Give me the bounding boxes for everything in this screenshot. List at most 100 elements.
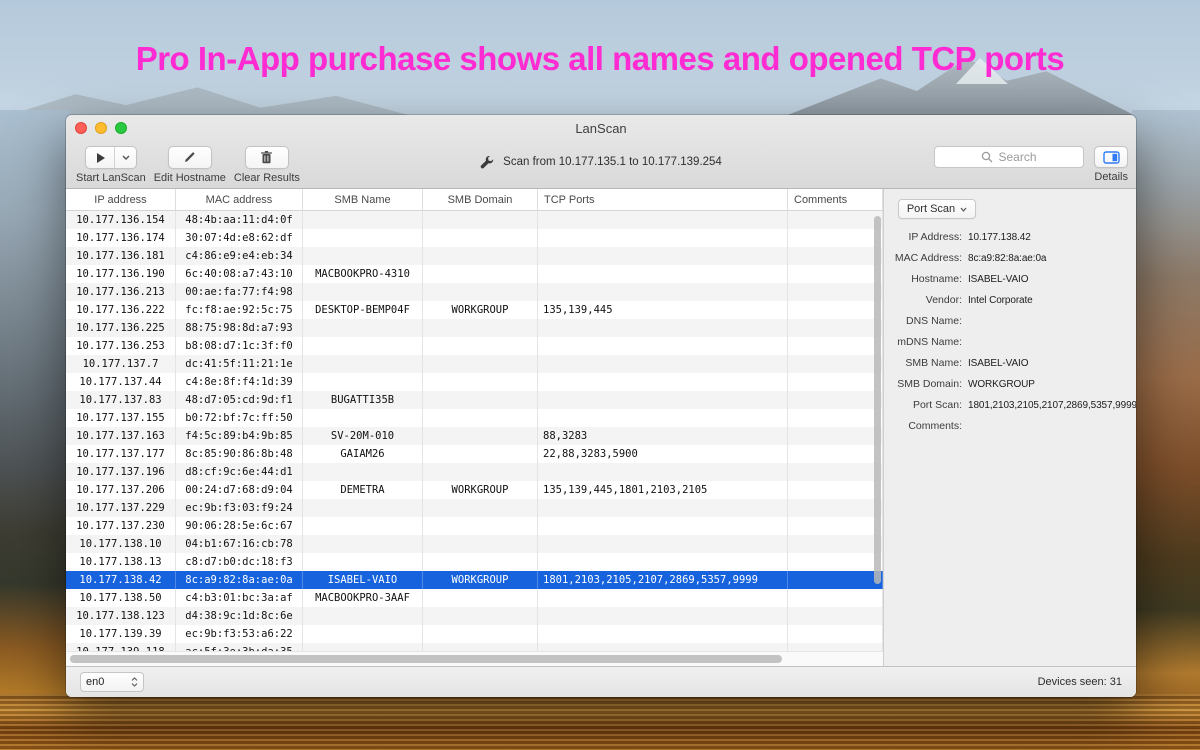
cell-ip: 10.177.137.163 bbox=[66, 427, 176, 445]
table-row[interactable]: 10.177.137.230 90:06:28:5e:6c:67 bbox=[66, 517, 883, 535]
table-row[interactable]: 10.177.139.118ac:5f:3e:3b:da:35 bbox=[66, 643, 883, 651]
horizontal-scrollbar-track[interactable] bbox=[66, 651, 883, 666]
table-row[interactable]: 10.177.136.222 fc:f8:ae:92:5c:75 DESKTOP-B… bbox=[66, 301, 883, 319]
cell-smb_domain bbox=[423, 499, 538, 517]
column-header-mac[interactable]: MAC address bbox=[176, 189, 303, 210]
cell-smb_name: GAIAM26 bbox=[303, 445, 423, 463]
cell-mac: c4:86:e9:e4:eb:34 bbox=[176, 247, 303, 265]
cell-tcp_ports bbox=[538, 499, 788, 517]
detail-field-value: 10.177.138.42 bbox=[968, 232, 1031, 243]
table-row[interactable]: 10.177.136.174 30:07:4d:e8:62:df bbox=[66, 229, 883, 247]
table-row[interactable]: 10.177.136.213 00:ae:fa:77:f4:98 bbox=[66, 283, 883, 301]
cell-comments bbox=[788, 643, 883, 651]
table-row[interactable]: 10.177.138.10 04:b1:67:16:cb:78 bbox=[66, 535, 883, 553]
cell-mac: ac:5f:3e:3b:da:35 bbox=[176, 643, 303, 651]
close-button[interactable] bbox=[75, 122, 87, 134]
cell-smb_name bbox=[303, 607, 423, 625]
cell-smb_name bbox=[303, 499, 423, 517]
cell-comments bbox=[788, 625, 883, 643]
column-header-tcp_ports[interactable]: TCP Ports bbox=[538, 189, 788, 210]
table-row[interactable]: 10.177.137.44 c4:8e:8f:f4:1d:39 bbox=[66, 373, 883, 391]
table-row[interactable]: 10.177.138.13 c8:d7:b0:dc:18:f3 bbox=[66, 553, 883, 571]
cell-mac: ec:9b:f3:03:f9:24 bbox=[176, 499, 303, 517]
column-header-smb_name[interactable]: SMB Name bbox=[303, 189, 423, 210]
cell-ip: 10.177.136.181 bbox=[66, 247, 176, 265]
cell-ip: 10.177.136.225 bbox=[66, 319, 176, 337]
cell-comments bbox=[788, 319, 883, 337]
cell-smb_domain: WORKGROUP bbox=[423, 481, 538, 499]
table-row[interactable]: 10.177.136.253 b8:08:d7:1c:3f:f0 bbox=[66, 337, 883, 355]
cell-comments bbox=[788, 589, 883, 607]
table-row[interactable]: 10.177.137.155 b0:72:bf:7c:ff:50 bbox=[66, 409, 883, 427]
table-row[interactable]: 10.177.138.50 c4:b3:01:bc:3a:af MACBOOKPRO… bbox=[66, 589, 883, 607]
vertical-scrollbar[interactable] bbox=[874, 216, 881, 584]
table-row[interactable]: 10.177.137.163 f4:5c:89:b4:9b:85 SV-20M-01… bbox=[66, 427, 883, 445]
search-input[interactable]: Search bbox=[934, 146, 1084, 168]
cell-smb_domain bbox=[423, 211, 538, 229]
table-row[interactable]: 10.177.137.206 00:24:d7:68:d9:04 DEMETRA WO… bbox=[66, 481, 883, 499]
cell-ip: 10.177.137.155 bbox=[66, 409, 176, 427]
port-scan-dropdown[interactable]: Port Scan bbox=[898, 199, 976, 219]
table-row[interactable]: 10.177.137.7 dc:41:5f:11:21:1e bbox=[66, 355, 883, 373]
window-chrome: LanScan Start LanScan Edit Hostname Clea… bbox=[66, 115, 1136, 189]
table-row[interactable]: 10.177.137.83 48:d7:05:cd:9d:f1 BUGATTI35B bbox=[66, 391, 883, 409]
start-lanscan-button[interactable] bbox=[84, 146, 137, 169]
cell-mac: d8:cf:9c:6e:44:d1 bbox=[176, 463, 303, 481]
cell-comments bbox=[788, 229, 883, 247]
cell-comments bbox=[788, 265, 883, 283]
table-row[interactable]: 10.177.138.123 d4:38:9c:1d:8c:6e bbox=[66, 607, 883, 625]
cell-ip: 10.177.139.39 bbox=[66, 625, 176, 643]
table-row[interactable]: 10.177.136.154 48:4b:aa:11:d4:0f bbox=[66, 211, 883, 229]
column-header-smb_domain[interactable]: SMB Domain bbox=[423, 189, 538, 210]
cell-ip: 10.177.137.229 bbox=[66, 499, 176, 517]
zoom-button[interactable] bbox=[115, 122, 127, 134]
cell-comments bbox=[788, 463, 883, 481]
table-row[interactable]: 10.177.136.225 88:75:98:8d:a7:93 bbox=[66, 319, 883, 337]
table-row[interactable]: 10.177.137.196 d8:cf:9c:6e:44:d1 bbox=[66, 463, 883, 481]
cell-tcp_ports bbox=[538, 643, 788, 651]
detail-field: DNS Name: bbox=[884, 315, 1136, 327]
toggle-details-button[interactable] bbox=[1094, 146, 1128, 168]
cell-mac: c4:8e:8f:f4:1d:39 bbox=[176, 373, 303, 391]
search-icon bbox=[981, 151, 993, 163]
cell-smb_domain bbox=[423, 607, 538, 625]
table-row[interactable]: 10.177.136.190 6c:40:08:a7:43:10 MACBOOKPR… bbox=[66, 265, 883, 283]
cell-ip: 10.177.136.213 bbox=[66, 283, 176, 301]
sidebar-panel-icon bbox=[1102, 150, 1120, 164]
cell-comments bbox=[788, 247, 883, 265]
table-row[interactable]: 10.177.136.181 c4:86:e9:e4:eb:34 bbox=[66, 247, 883, 265]
interface-select[interactable]: en0 bbox=[80, 672, 144, 692]
play-icon[interactable] bbox=[86, 147, 116, 168]
table-row[interactable]: 10.177.139.39 ec:9b:f3:53:a6:22 bbox=[66, 625, 883, 643]
column-header-ip[interactable]: IP address bbox=[66, 189, 176, 210]
cell-smb_name bbox=[303, 373, 423, 391]
cell-tcp_ports bbox=[538, 247, 788, 265]
cell-mac: c4:b3:01:bc:3a:af bbox=[176, 589, 303, 607]
pencil-icon bbox=[183, 151, 196, 164]
edit-hostname-button[interactable] bbox=[167, 146, 212, 169]
devices-seen-status: Devices seen: 31 bbox=[1037, 676, 1122, 688]
cell-smb_name bbox=[303, 211, 423, 229]
minimize-button[interactable] bbox=[95, 122, 107, 134]
cell-tcp_ports bbox=[538, 283, 788, 301]
cell-smb_domain bbox=[423, 265, 538, 283]
cell-tcp_ports bbox=[538, 553, 788, 571]
detail-field-value: 8c:a9:82:8a:ae:0a bbox=[968, 253, 1047, 264]
cell-smb_domain bbox=[423, 373, 538, 391]
table-row[interactable]: 10.177.138.42 8c:a9:82:8a:ae:0a ISABEL-VAI… bbox=[66, 571, 883, 589]
detail-field-label: Vendor: bbox=[925, 294, 962, 306]
cell-comments bbox=[788, 373, 883, 391]
horizontal-scrollbar-thumb[interactable] bbox=[70, 655, 782, 663]
cell-smb_domain: WORKGROUP bbox=[423, 571, 538, 589]
cell-smb_domain bbox=[423, 229, 538, 247]
cell-comments bbox=[788, 481, 883, 499]
column-header-comments[interactable]: Comments bbox=[788, 189, 883, 210]
cell-tcp_ports bbox=[538, 373, 788, 391]
wallpaper-water bbox=[0, 694, 1200, 750]
table-row[interactable]: 10.177.137.177 8c:85:90:86:8b:48 GAIAM26 22… bbox=[66, 445, 883, 463]
titlebar[interactable]: LanScan bbox=[66, 115, 1136, 141]
clear-results-button[interactable] bbox=[244, 146, 289, 169]
chevron-down-icon[interactable] bbox=[115, 147, 136, 168]
table-row[interactable]: 10.177.137.229 ec:9b:f3:03:f9:24 bbox=[66, 499, 883, 517]
scan-range-text: Scan from 10.177.135.1 to 10.177.139.254 bbox=[503, 156, 722, 168]
